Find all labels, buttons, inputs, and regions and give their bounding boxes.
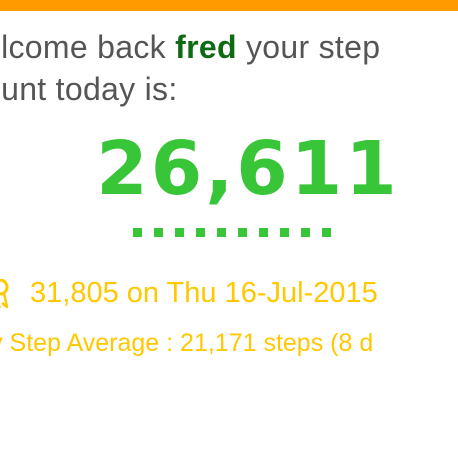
progress-dot — [322, 228, 331, 237]
progress-dot — [238, 228, 247, 237]
top-bar — [0, 0, 458, 11]
progress-dot — [133, 228, 142, 237]
best-steps-record: 31,805 on Thu 16-Jul-2015 — [30, 277, 378, 309]
progress-dot — [259, 228, 268, 237]
trophy-icon — [0, 279, 9, 309]
progress-dot — [217, 228, 226, 237]
username: fred — [175, 29, 237, 65]
progress-dot — [154, 228, 163, 237]
welcome-message: elcome back fred your step — [0, 28, 380, 66]
progress-dot — [175, 228, 184, 237]
welcome-prefix: elcome back — [0, 29, 176, 65]
welcome-message-line-2: ount today is: — [0, 71, 178, 107]
progress-dot — [196, 228, 205, 237]
daily-step-average: ily Step Average : 21,171 steps (8 d — [0, 329, 374, 357]
progress-dot — [301, 228, 310, 237]
steps-screen: elcome back fred your step ount today is… — [0, 0, 458, 458]
step-progress-dots — [133, 228, 331, 238]
progress-dot — [280, 228, 289, 237]
welcome-suffix: your step — [236, 29, 381, 65]
step-count-today: 26,611 — [96, 126, 400, 212]
